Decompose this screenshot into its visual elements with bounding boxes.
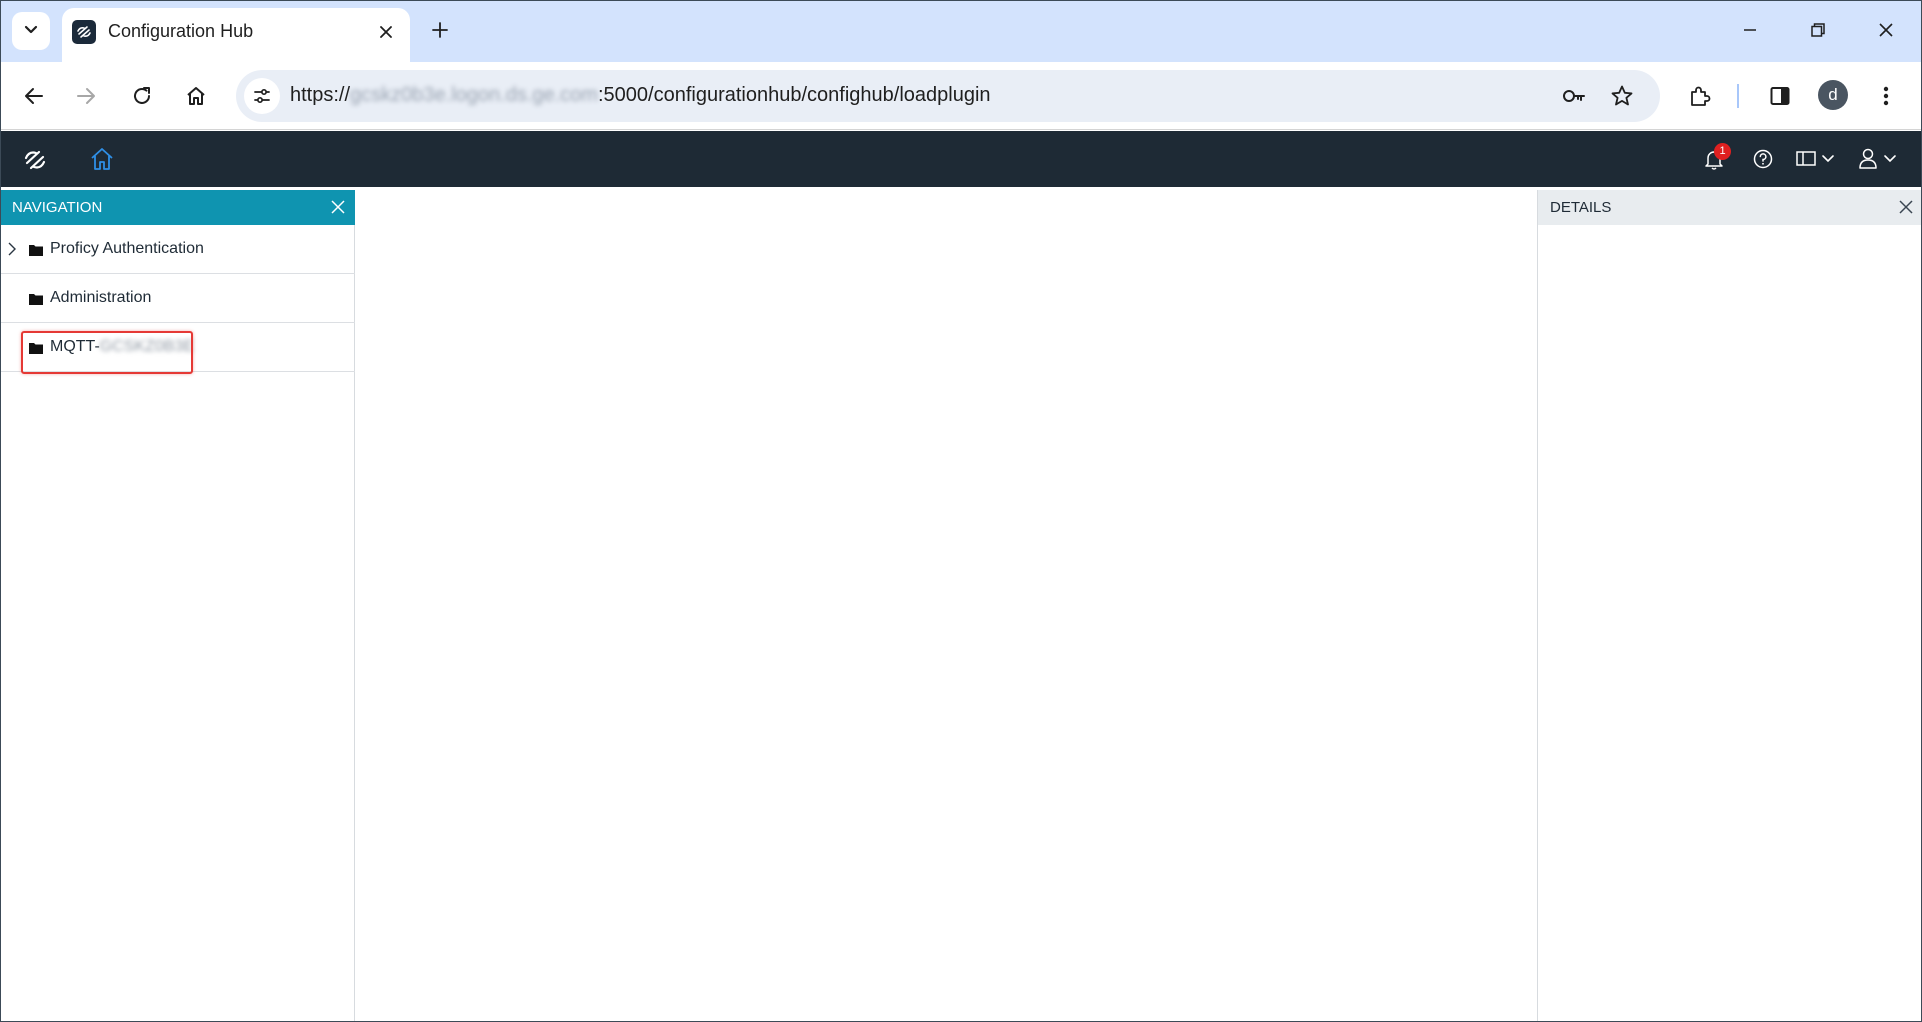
nav-item-label-prefix: MQTT-	[50, 338, 100, 355]
browser-toolbar: https://gcskz0b3e.logon.ds.ge.com:5000/c…	[0, 62, 1922, 130]
folder-icon	[29, 292, 43, 305]
help-icon[interactable]	[1752, 145, 1774, 173]
tab-title: Configuration Hub	[108, 21, 254, 41]
close-window-button[interactable]	[1864, 10, 1908, 50]
url-text: https://gcskz0b3e.logon.ds.ge.com:5000/c…	[290, 84, 991, 107]
tab-search-button[interactable]	[12, 12, 50, 50]
details-title: DETAILS	[1550, 199, 1612, 216]
home-button[interactable]	[176, 76, 216, 116]
home-icon[interactable]	[88, 145, 116, 173]
nav-item-label: Administration	[50, 289, 152, 306]
tab-close-icon[interactable]	[374, 20, 398, 44]
extensions-puzzle-icon[interactable]	[1680, 76, 1720, 116]
url-host-blurred: gcskz0b3e.logon.ds.ge.com	[350, 84, 598, 106]
navigation-title: NAVIGATION	[12, 199, 103, 216]
chevron-right-icon[interactable]	[5, 241, 19, 257]
toolbar-divider	[1737, 84, 1739, 108]
layout-menu-icon[interactable]	[1796, 145, 1838, 173]
new-tab-button[interactable]	[424, 14, 456, 46]
details-panel: DETAILS	[1537, 190, 1922, 1022]
profile-avatar[interactable]: d	[1818, 80, 1848, 110]
forward-button[interactable]	[66, 76, 106, 116]
bookmark-star-icon[interactable]	[1608, 82, 1636, 110]
browser-tab-active[interactable]: Configuration Hub	[62, 8, 410, 62]
close-navigation-icon[interactable]	[329, 198, 349, 218]
app-favicon-icon	[72, 20, 96, 44]
notification-badge: 1	[1714, 143, 1731, 160]
folder-icon	[29, 243, 43, 256]
site-settings-icon[interactable]	[244, 78, 280, 114]
url-scheme: https://	[290, 84, 351, 106]
nav-item-proficy-authentication[interactable]: Proficy Authentication	[0, 225, 355, 274]
minimize-button[interactable]	[1728, 10, 1772, 50]
url-path: :5000/configurationhub/confighub/loadplu…	[597, 84, 991, 106]
nav-item-administration[interactable]: Administration	[0, 274, 355, 323]
password-key-icon[interactable]	[1560, 82, 1588, 110]
app-header	[0, 131, 1922, 187]
browser-tab-strip: Configuration Hub	[0, 0, 1922, 62]
navigation-header: NAVIGATION	[0, 190, 355, 225]
navigation-panel: NAVIGATION Proficy Authentication Admini…	[0, 190, 355, 1022]
user-menu-icon[interactable]	[1858, 145, 1902, 173]
chevron-down-icon	[23, 21, 39, 42]
browser-menu-icon[interactable]	[1866, 76, 1906, 116]
address-bar[interactable]: https://gcskz0b3e.logon.ds.ge.com:5000/c…	[236, 70, 1660, 122]
folder-icon	[29, 341, 43, 354]
nav-item-label: Proficy Authentication	[50, 240, 204, 257]
back-button[interactable]	[14, 76, 54, 116]
nav-item-label-blurred: GCSKZ0B3E	[99, 338, 195, 355]
details-header: DETAILS	[1538, 190, 1922, 225]
side-panel-icon[interactable]	[1760, 76, 1800, 116]
main-content-area	[356, 190, 1537, 1022]
reload-button[interactable]	[122, 76, 162, 116]
app-logo-icon[interactable]	[22, 147, 48, 173]
nav-item-label: MQTT-GCSKZ0B3E	[50, 338, 194, 356]
nav-item-mqtt[interactable]: MQTT-GCSKZ0B3E	[0, 323, 355, 372]
restore-button[interactable]	[1796, 10, 1840, 50]
close-details-icon[interactable]	[1897, 198, 1917, 218]
